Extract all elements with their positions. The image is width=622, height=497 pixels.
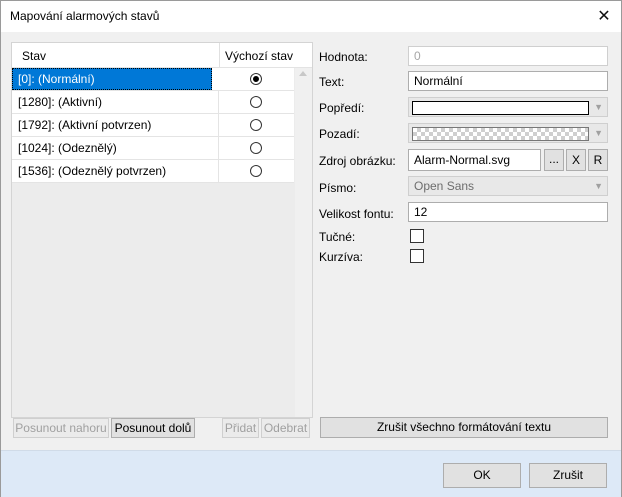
row-label: [1280]: (Aktivní) [12,91,219,113]
default-radio[interactable] [250,165,262,177]
font-size-field[interactable]: 12 [408,202,608,222]
value-field[interactable]: 0 [408,46,608,66]
row-label: [1536]: (Odeznělý potvrzen) [12,160,219,182]
font-value: Open Sans [414,179,475,193]
cancel-button[interactable]: Zrušit [529,463,607,488]
clear-image-button[interactable]: X [566,149,586,171]
title-bar: Mapování alarmových stavů ✕ [1,1,621,31]
column-separator [219,43,220,67]
move-up-button[interactable]: Posunout nahoru [13,418,109,438]
list-row[interactable]: [1792]: (Aktivní potvrzen) [12,114,294,137]
row-label: [1792]: (Aktivní potvrzen) [12,114,219,136]
move-down-button[interactable]: Posunout dolů [111,418,195,438]
list-scrollbar[interactable] [295,68,312,417]
row-label: [1024]: (Odeznělý) [12,137,219,159]
list-row[interactable]: [1024]: (Odeznělý) [12,137,294,160]
chevron-down-icon: ▼ [594,102,603,112]
list-rows: [0]: (Normální) [1280]: (Aktivní) [1792]… [12,68,294,183]
default-radio[interactable] [250,96,262,108]
background-color-picker[interactable]: ▼ [408,123,608,143]
text-field[interactable]: Normální [408,71,608,91]
list-row[interactable]: [0]: (Normální) [12,68,294,91]
foreground-label: Popředí: [319,101,365,115]
reset-image-button[interactable]: R [588,149,608,171]
chevron-down-icon: ▼ [594,128,603,138]
list-row[interactable]: [1280]: (Aktivní) [12,91,294,114]
font-label: Písmo: [319,181,357,195]
window-title: Mapování alarmových stavů [10,9,160,23]
chevron-up-icon[interactable] [299,71,307,76]
bold-label: Tučné: [319,230,356,244]
column-header-state[interactable]: Stav [22,49,46,63]
foreground-swatch [412,101,589,115]
italic-checkbox[interactable] [410,249,424,263]
font-size-label: Velikost fontu: [319,207,394,221]
default-radio[interactable] [250,142,262,154]
chevron-down-icon: ▼ [594,181,603,191]
browse-button[interactable]: ... [544,149,564,171]
image-source-label: Zdroj obrázku: [319,154,396,168]
ok-button[interactable]: OK [443,463,521,488]
list-header: Stav Výchozí stav [12,43,312,68]
add-button[interactable]: Přidat [222,418,259,438]
text-label: Text: [319,75,345,89]
state-list: Stav Výchozí stav [0]: (Normální) [1280]… [11,42,313,418]
column-header-default[interactable]: Výchozí stav [225,49,293,63]
default-radio[interactable] [250,119,262,131]
clear-formatting-button[interactable]: Zrušit všechno formátování textu [320,417,608,438]
remove-button[interactable]: Odebrat [261,418,310,438]
image-source-field[interactable]: Alarm-Normal.svg [408,149,541,171]
dialog-content: Stav Výchozí stav [0]: (Normální) [1280]… [1,32,621,450]
list-row[interactable]: [1536]: (Odeznělý potvrzen) [12,160,294,183]
bold-checkbox[interactable] [410,229,424,243]
foreground-color-picker[interactable]: ▼ [408,97,608,117]
default-radio[interactable] [250,73,262,85]
font-dropdown[interactable]: Open Sans ▼ [408,176,608,196]
background-swatch [412,127,589,141]
dialog-footer: OK Zrušit [1,450,621,497]
close-icon[interactable]: ✕ [587,1,621,31]
dialog-window: Mapování alarmových stavů ✕ Stav Výchozí… [0,0,622,497]
background-label: Pozadí: [319,127,360,141]
value-label: Hodnota: [319,50,368,64]
italic-label: Kurzíva: [319,250,364,264]
row-label: [0]: (Normální) [12,68,212,90]
